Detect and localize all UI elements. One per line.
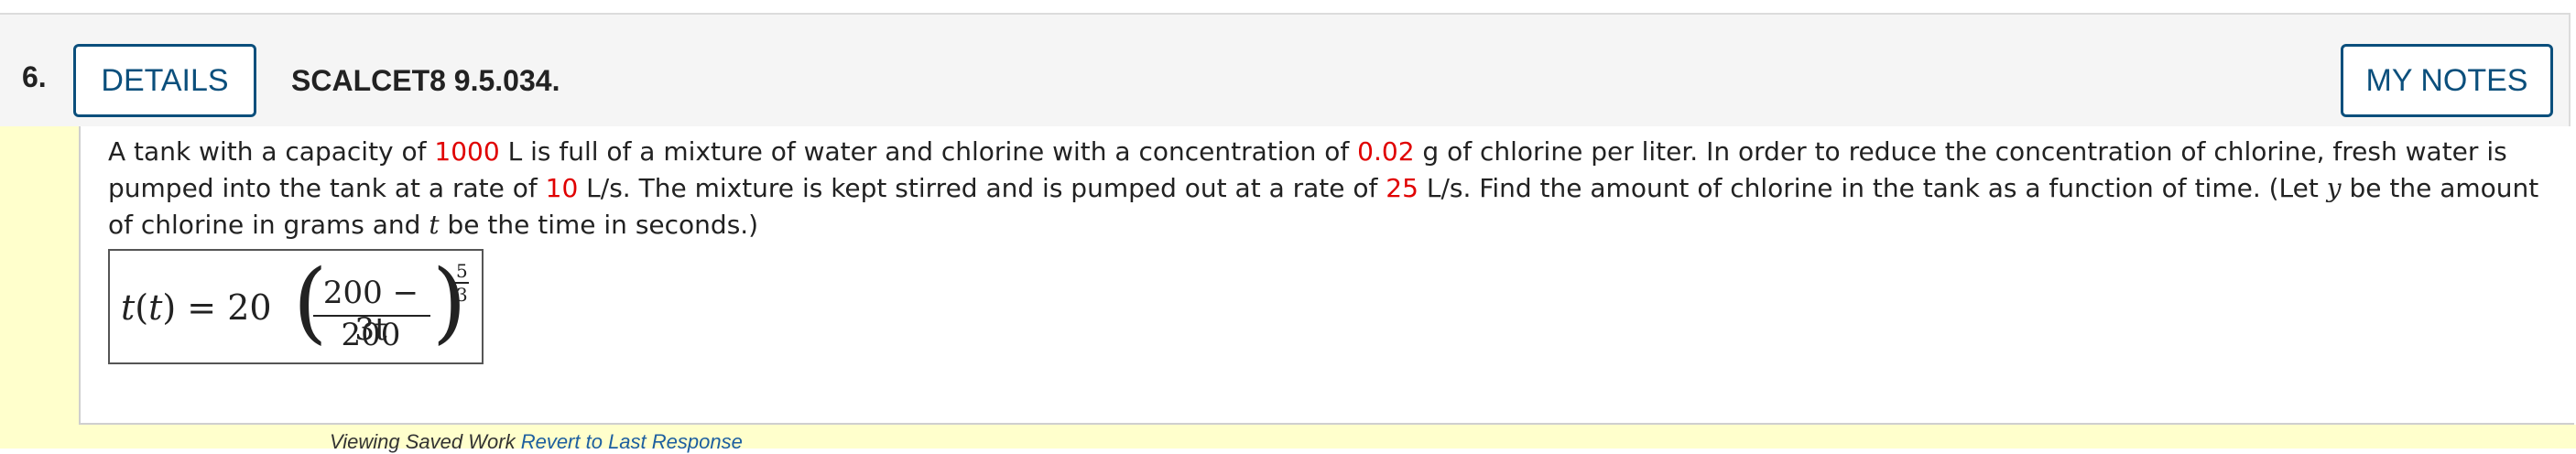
saved-work-note: Viewing Saved Work Revert to Last Respon… [330,430,743,454]
fraction-denominator: 200 [341,317,401,353]
question-text-segment: L/s. Find the amount of chlorine in the … [1418,173,2327,203]
question-number: 6. [22,60,47,93]
answer-box[interactable]: t(t) = 20 ( 200 − 3t 200 ) 5 3 [108,249,484,364]
math-variable: t [429,210,440,240]
question-text: A tank with a capacity of 1000 L is full… [108,134,2562,243]
given-value: 0.02 [1357,136,1415,167]
answer-coefficient: = 20 [187,287,272,328]
question-code: SCALCET8 9.5.034. [291,64,560,97]
question-content: A tank with a capacity of 1000 L is full… [79,126,2574,425]
answer-lhs: t(t) = 20 [121,287,272,328]
question-header: 6. DETAILS SCALCET8 9.5.034. MY NOTES [0,13,2571,128]
answer-function-arg: t [148,287,163,328]
exponent-numerator: 5 [456,260,468,282]
math-variable: y [2326,173,2342,203]
question-text-segment: L is full of a mixture of water and chlo… [499,136,1358,167]
status-left-bar [0,126,79,449]
details-button[interactable]: DETAILS [73,44,256,117]
exponent-denominator: 3 [456,284,468,306]
question-text-segment: A tank with a capacity of [108,136,435,167]
given-value: 25 [1386,173,1418,203]
question-text-segment: be the time in seconds.) [439,210,759,240]
viewing-saved-work-label: Viewing Saved Work [330,430,516,453]
given-value: 1000 [434,136,500,167]
given-value: 10 [545,173,579,203]
revert-link[interactable]: Revert to Last Response [521,430,743,453]
question-panel: 6. DETAILS SCALCET8 9.5.034. MY NOTES A … [0,0,2576,453]
question-text-segment: L/s. The mixture is kept stirred and is … [578,173,1386,203]
my-notes-button[interactable]: MY NOTES [2341,44,2553,117]
answer-function-name: t [121,287,136,328]
